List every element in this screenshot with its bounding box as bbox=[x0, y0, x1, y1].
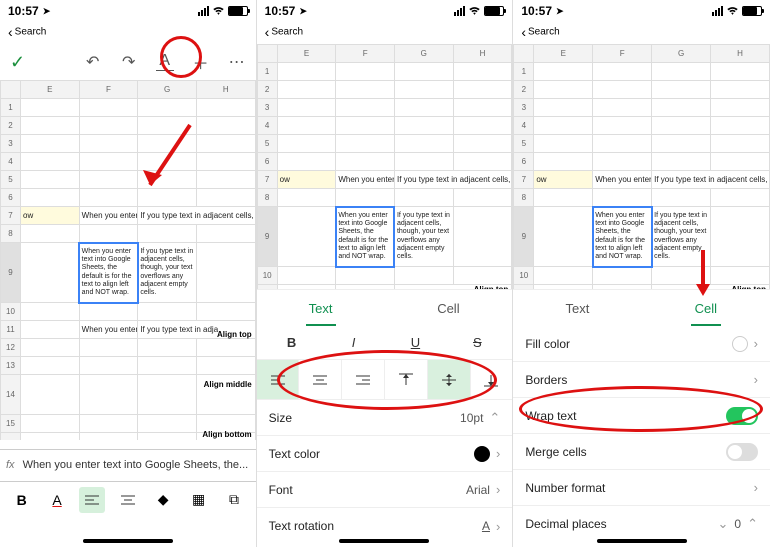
back-search[interactable]: Search bbox=[257, 22, 513, 44]
valign-middle-button[interactable] bbox=[428, 360, 471, 399]
merge-toggle[interactable] bbox=[726, 443, 758, 461]
bold-button[interactable]: B bbox=[9, 487, 35, 513]
redo-icon[interactable]: ↷ bbox=[120, 53, 138, 71]
halign-center-button[interactable] bbox=[299, 360, 342, 399]
format-panel: Text Cell B I U S Size10pt⌃ Text color› … bbox=[257, 289, 513, 547]
spreadsheet[interactable]: EFGH 1 2 3 4 5 6 7owWhen you enter text … bbox=[0, 80, 256, 440]
formula-text: When you enter text into Google Sheets, … bbox=[23, 459, 249, 471]
format-icon[interactable]: A bbox=[156, 53, 174, 71]
status-bar: 10:57➤ bbox=[257, 0, 513, 22]
label-align-top: Align top bbox=[217, 330, 252, 339]
decimal-row[interactable]: Decimal places⌄0⌃ bbox=[513, 506, 770, 542]
home-indicator bbox=[339, 539, 429, 543]
halign-left-button[interactable] bbox=[257, 360, 300, 399]
fx-icon: fx bbox=[6, 459, 15, 471]
battery-icon bbox=[228, 6, 248, 16]
decrease-icon: ⌄ bbox=[717, 516, 728, 532]
tab-cell[interactable]: Cell bbox=[384, 301, 512, 316]
merge-row[interactable]: Merge cells bbox=[513, 434, 770, 470]
add-icon[interactable]: ＋ bbox=[192, 53, 210, 71]
underline-button[interactable]: U bbox=[401, 331, 429, 355]
wraptext-toggle[interactable] bbox=[726, 407, 758, 425]
spreadsheet[interactable]: EFGH 1 2 3 4 5 6 7owWhen you enter text … bbox=[513, 44, 770, 296]
home-indicator bbox=[83, 539, 173, 543]
back-search[interactable]: Search bbox=[513, 22, 770, 44]
numberformat-row[interactable]: Number format› bbox=[513, 470, 770, 506]
confirm-icon[interactable]: ✓ bbox=[10, 52, 25, 73]
font-row[interactable]: FontArial› bbox=[257, 472, 513, 508]
label-align-bottom: Align bottom bbox=[202, 430, 251, 439]
format-bar: B A ◆ ▦ ⧉ bbox=[0, 481, 256, 517]
home-indicator bbox=[597, 539, 687, 543]
tab-text[interactable]: Text bbox=[257, 301, 385, 316]
wifi-icon bbox=[212, 6, 225, 16]
status-bar: 10:57➤ bbox=[513, 0, 770, 22]
increase-icon: ⌃ bbox=[747, 516, 758, 532]
back-search[interactable]: Search bbox=[0, 22, 256, 44]
tab-cell[interactable]: Cell bbox=[642, 301, 770, 316]
fillcolor-row[interactable]: Fill color› bbox=[513, 326, 770, 362]
screen-3: 10:57➤ Search EFGH 1 2 3 4 5 6 7owWhen y… bbox=[513, 0, 770, 547]
borders-button[interactable]: ▦ bbox=[186, 487, 212, 513]
textcolor-row[interactable]: Text color› bbox=[257, 436, 513, 472]
color-swatch bbox=[732, 336, 748, 352]
borders-row[interactable]: Borders› bbox=[513, 362, 770, 398]
color-swatch bbox=[474, 446, 490, 462]
chevron-right-icon: › bbox=[496, 446, 500, 461]
status-bar: 10:57 ➤ bbox=[0, 0, 256, 22]
align-left-button[interactable] bbox=[79, 487, 105, 513]
tab-text[interactable]: Text bbox=[513, 301, 641, 316]
formula-bar[interactable]: fx When you enter text into Google Sheet… bbox=[0, 449, 256, 479]
cell-f9[interactable]: When you enter text into Google Sheets, … bbox=[79, 243, 138, 303]
merge-button[interactable]: ⧉ bbox=[221, 487, 247, 513]
signal-icon bbox=[198, 6, 209, 16]
screen-1: 10:57 ➤ Search ✓ ↶ ↷ A ＋ ⋯ EFGH 1 2 3 4 5… bbox=[0, 0, 257, 547]
format-panel: Text Cell Fill color› Borders› Wrap text… bbox=[513, 289, 770, 547]
align-center-button[interactable] bbox=[115, 487, 141, 513]
edit-toolbar: ✓ ↶ ↷ A ＋ ⋯ bbox=[0, 44, 256, 80]
fillcolor-button[interactable]: ◆ bbox=[150, 487, 176, 513]
wraptext-row[interactable]: Wrap text bbox=[513, 398, 770, 434]
more-icon[interactable]: ⋯ bbox=[228, 53, 246, 71]
italic-button[interactable]: I bbox=[340, 331, 368, 355]
spreadsheet[interactable]: EFGH 1 2 3 4 5 6 7owWhen you enter text … bbox=[257, 44, 513, 296]
textcolor-button[interactable]: A bbox=[44, 487, 70, 513]
chevron-up-icon: ⌃ bbox=[489, 410, 500, 426]
bold-button[interactable]: B bbox=[278, 331, 306, 355]
location-icon: ➤ bbox=[43, 6, 51, 17]
status-time: 10:57 bbox=[8, 4, 39, 18]
label-align-middle: Align middle bbox=[204, 380, 252, 389]
strike-button[interactable]: S bbox=[463, 331, 491, 355]
halign-right-button[interactable] bbox=[342, 360, 385, 399]
size-row[interactable]: Size10pt⌃ bbox=[257, 400, 513, 436]
screen-2: 10:57➤ Search EFGH 1 2 3 4 5 6 7owWhen y… bbox=[257, 0, 514, 547]
valign-top-button[interactable] bbox=[385, 360, 428, 399]
valign-bottom-button[interactable] bbox=[471, 360, 513, 399]
undo-icon[interactable]: ↶ bbox=[84, 53, 102, 71]
